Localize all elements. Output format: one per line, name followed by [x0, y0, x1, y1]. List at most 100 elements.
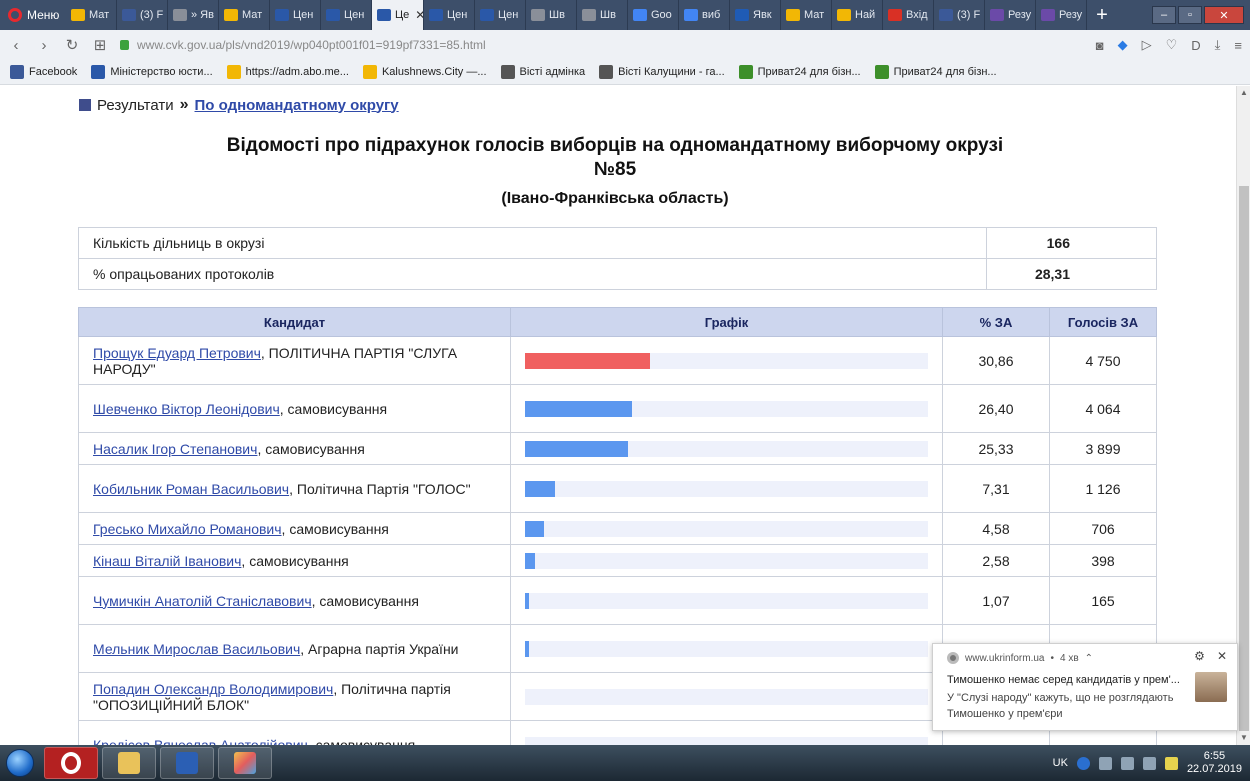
taskbar-word[interactable]	[160, 747, 214, 779]
secure-lock-icon	[120, 40, 129, 50]
flag-icon[interactable]	[1164, 756, 1178, 770]
candidate-name-link[interactable]: Попадин Олександр Володимирович	[93, 681, 333, 697]
url-tools: ◙ ◆ ▷ ♡ D ⤓ ≡	[1096, 37, 1242, 53]
new-tab-button[interactable]: +	[1087, 0, 1117, 30]
network-icon[interactable]	[1120, 756, 1134, 770]
browser-tab[interactable]: Цен	[424, 0, 475, 30]
yellow-dot-icon	[786, 9, 800, 21]
help-icon[interactable]	[1076, 756, 1090, 770]
notification-time: 4 хв	[1059, 652, 1079, 664]
extension-icon[interactable]: D	[1191, 38, 1200, 53]
bookmark-item[interactable]: https://adm.abo.me...	[226, 65, 349, 79]
restore-icon[interactable]: ▫	[1178, 6, 1202, 24]
download-icon[interactable]: ⤓	[1215, 37, 1221, 53]
language-indicator[interactable]: UK	[1053, 757, 1068, 769]
bookmark-item[interactable]: Приват24 для бізн...	[738, 65, 861, 79]
graph-cell	[510, 576, 943, 625]
browser-tab[interactable]: » Яв	[168, 0, 219, 30]
push-notification[interactable]: www.ukrinform.ua • 4 хв ⌃ ⚙ ✕ Тимошенко …	[932, 643, 1238, 731]
browser-tab[interactable]: Цен	[475, 0, 526, 30]
candidate-party: , самовисування	[311, 592, 419, 609]
candidate-name-link[interactable]: Мельник Мирослав Васильович	[93, 641, 300, 657]
bar-track	[525, 736, 928, 745]
candidate-name-link[interactable]: Кобильник Роман Васильович	[93, 481, 289, 497]
clock[interactable]: 6:55 22.07.2019	[1187, 750, 1242, 776]
summary-value: 166	[986, 227, 1157, 259]
forward-icon[interactable]: ›	[36, 37, 52, 54]
browser-tab[interactable]: Це ✕	[372, 0, 424, 30]
browser-tab[interactable]: Мат	[66, 0, 117, 30]
scrollbar-thumb[interactable]	[1239, 186, 1249, 731]
taskbar-paint[interactable]	[218, 747, 272, 779]
browser-tab[interactable]: Резу	[1036, 0, 1087, 30]
browser-tab[interactable]: Цен	[321, 0, 372, 30]
settings-gear-icon[interactable]: ⚙	[1194, 649, 1205, 663]
close-notification-icon[interactable]: ✕	[1217, 649, 1227, 663]
taskbar-opera[interactable]	[44, 747, 98, 779]
browser-tab[interactable]: Цен	[270, 0, 321, 30]
candidate-name-link[interactable]: Прощук Едуард Петрович	[93, 345, 261, 361]
easy-setup-icon[interactable]: ≡	[1234, 38, 1242, 53]
browser-tab[interactable]: Goo	[628, 0, 679, 30]
browser-tab[interactable]: Мат	[219, 0, 270, 30]
breadcrumb-root[interactable]: Результати	[97, 97, 174, 114]
candidate-name-link[interactable]: Чумичкін Анатолій Станіславович	[93, 593, 312, 609]
candidate-name-link[interactable]: Кінаш Віталій Іванович	[93, 553, 241, 569]
browser-tab[interactable]: Шв	[526, 0, 577, 30]
url-field[interactable]: www.cvk.gov.ua/pls/vnd2019/wp040pt001f01…	[120, 38, 1084, 52]
cvk-icon	[429, 9, 443, 21]
candidate-name-link[interactable]: Гресько Михайло Романович	[93, 521, 282, 537]
percent-cell: 2,58	[942, 544, 1050, 577]
browser-tab[interactable]: Най	[832, 0, 883, 30]
speed-dial-icon[interactable]: ⊞	[92, 36, 108, 54]
back-icon[interactable]: ‹	[8, 37, 24, 54]
bookmark-item[interactable]: Міністерство юсти...	[91, 65, 213, 79]
minimize-icon[interactable]: –	[1152, 6, 1176, 24]
candidate-name-link[interactable]: Насалик Ігор Степанович	[93, 441, 257, 457]
browser-tab[interactable]: Вхід	[883, 0, 934, 30]
start-button[interactable]	[0, 745, 40, 781]
volume-icon[interactable]	[1142, 756, 1156, 770]
browser-tab[interactable]: (3) F	[934, 0, 985, 30]
send-icon[interactable]: ▷	[1142, 37, 1152, 53]
breadcrumb-current-link[interactable]: По одномандатному округу	[195, 97, 399, 114]
tray-app-icon[interactable]	[1098, 756, 1112, 770]
candidate-cell: Кобильник Роман Васильович, Політична Па…	[78, 464, 511, 513]
percent-cell: 26,40	[942, 384, 1050, 433]
breadcrumb: Результати » По одномандатному округу	[79, 96, 399, 114]
close-window-icon[interactable]: ✕	[1204, 6, 1244, 24]
browser-tab[interactable]: Явк	[730, 0, 781, 30]
adblock-icon[interactable]: ◆	[1118, 37, 1128, 53]
browser-tab[interactable]: Шв	[577, 0, 628, 30]
reload-icon[interactable]: ↻	[64, 36, 80, 54]
percent-cell: 1,07	[942, 576, 1050, 625]
bookmark-item[interactable]: Kalushnews.City —...	[362, 65, 487, 79]
browser-tab[interactable]: виб	[679, 0, 730, 30]
tab-label: Шв	[549, 9, 565, 21]
taskbar-explorer[interactable]	[102, 747, 156, 779]
vote-share-bar	[525, 520, 544, 537]
candidate-name-link[interactable]: Шевченко Віктор Леонідович	[93, 401, 280, 417]
candidate-name-link[interactable]: Кредісов Вячеслав Анатолійович	[93, 737, 308, 746]
browser-tab[interactable]: Мат	[781, 0, 832, 30]
snapshot-icon[interactable]: ◙	[1096, 38, 1104, 53]
browser-tab[interactable]: Резу	[985, 0, 1036, 30]
browser-tab[interactable]: (3) F	[117, 0, 168, 30]
windows-orb-icon	[6, 749, 34, 777]
bookmark-item[interactable]: Вісті адмінка	[500, 65, 585, 79]
votes-cell: 165	[1049, 576, 1157, 625]
bookmark-heart-icon[interactable]: ♡	[1166, 37, 1178, 53]
opera-menu-button[interactable]: Меню	[0, 0, 66, 30]
page-scrollbar[interactable]: ▲ ▼	[1236, 86, 1250, 745]
expand-chevron-icon[interactable]: ⌃	[1085, 653, 1093, 664]
tab-label: Мат	[89, 9, 110, 21]
bookmark-item[interactable]: Вісті Калущини - га...	[599, 65, 725, 79]
scroll-down-icon[interactable]: ▼	[1237, 731, 1250, 745]
bookmark-item[interactable]: Facebook	[10, 65, 77, 79]
notification-thumbnail	[1195, 672, 1227, 702]
scroll-up-icon[interactable]: ▲	[1237, 86, 1250, 100]
opera-icon	[61, 752, 81, 774]
tab-label: » Яв	[191, 9, 214, 21]
bookmark-item[interactable]: Приват24 для бізн...	[874, 65, 997, 79]
close-tab-icon[interactable]: ✕	[415, 8, 423, 22]
